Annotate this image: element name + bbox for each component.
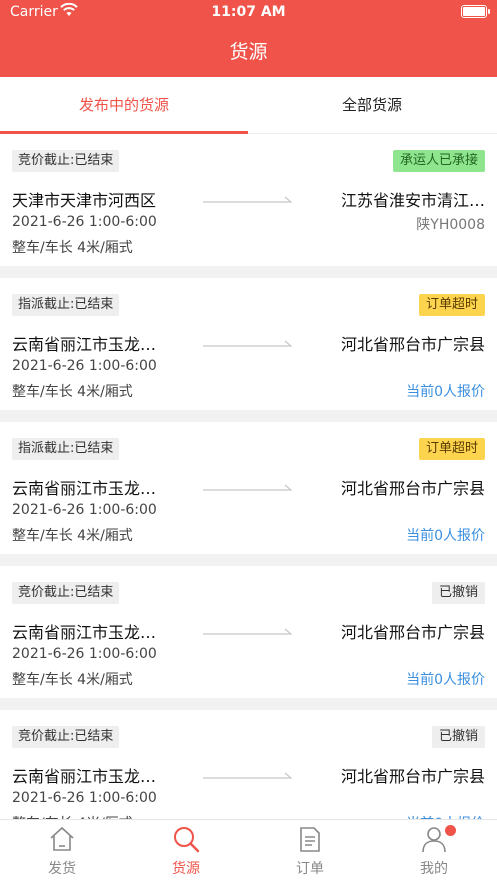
tabbar-label: 发货	[48, 861, 76, 877]
vehicle-spec: 整车/车长 4米/厢式	[12, 384, 133, 400]
segment-tabs: 发布中的货源 全部货源	[0, 77, 497, 134]
route-arrow-icon	[203, 772, 293, 779]
route-arrow-icon	[203, 628, 293, 635]
tabbar-label: 我的	[420, 861, 448, 877]
status-badge: 已撤销	[431, 726, 485, 748]
destination-text: 河北省邢台市广宗县	[340, 623, 485, 642]
destination-text: 河北省邢台市广宗县	[340, 767, 485, 786]
load-date: 2021-6-26 1:00-6:00	[12, 646, 157, 662]
load-date: 2021-6-26 1:00-6:00	[12, 214, 157, 230]
cargo-list: 竞价截止:已结束 承运人已承接天津市天津市河西区 江苏省淮安市清江… 2021-6-2…	[0, 134, 497, 819]
route-arrow-icon	[203, 484, 293, 491]
quote-count-link[interactable]: 当前0人报价	[406, 669, 485, 689]
route-arrow-icon	[203, 196, 293, 203]
deadline-tag: 指派截止:已结束	[12, 438, 120, 460]
home-icon	[50, 826, 74, 851]
status-bar: Carrier 11:07 AM	[0, 0, 497, 26]
notification-badge	[445, 825, 456, 836]
cargo-card[interactable]: 竞价截止:已结束 已撤销云南省丽江市玉龙… 河北省邢台市广宗县 2021-6-26 1…	[0, 710, 497, 819]
header: Carrier 11:07 AM 货源	[0, 0, 497, 77]
tabbar-item-mine[interactable]: 我的	[372, 820, 496, 883]
origin-text: 云南省丽江市玉龙…	[12, 479, 157, 498]
tabbar-item-cargo[interactable]: 货源	[124, 820, 248, 883]
person-icon	[422, 827, 446, 853]
tab-all[interactable]: 全部货源	[248, 77, 496, 134]
status-badge: 承运人已承接	[392, 150, 485, 172]
status-badge: 已撤销	[431, 582, 485, 604]
route-arrow-icon	[203, 340, 293, 347]
destination-text: 河北省邢台市广宗县	[340, 479, 485, 498]
destination-text: 江苏省淮安市清江…	[340, 191, 485, 210]
cargo-card[interactable]: 指派截止:已结束 订单超时云南省丽江市玉龙… 河北省邢台市广宗县 2021-6-26 …	[0, 278, 497, 410]
deadline-tag: 竞价截止:已结束	[12, 726, 120, 748]
vehicle-spec: 整车/车长 4米/厢式	[12, 672, 133, 688]
deadline-tag: 竞价截止:已结束	[12, 150, 120, 172]
tabbar-item-orders[interactable]: 订单	[248, 820, 372, 883]
battery-icon	[461, 5, 490, 18]
load-date: 2021-6-26 1:00-6:00	[12, 790, 157, 806]
origin-text: 云南省丽江市玉龙…	[12, 335, 157, 354]
page-title: 货源	[229, 41, 268, 63]
tabbar-label: 订单	[296, 861, 324, 877]
quote-count-link[interactable]: 当前0人报价	[406, 381, 485, 401]
deadline-tag: 竞价截止:已结束	[12, 582, 120, 604]
cargo-card[interactable]: 竞价截止:已结束 已撤销云南省丽江市玉龙… 河北省邢台市广宗县 2021-6-26 1…	[0, 566, 497, 698]
tab-publishing[interactable]: 发布中的货源	[0, 77, 248, 134]
search-icon	[174, 827, 200, 853]
vehicle-spec: 整车/车长 4米/厢式	[12, 528, 133, 544]
deadline-tag: 指派截止:已结束	[12, 294, 120, 316]
bottom-tabbar: 发货 货源 订单 我的	[0, 819, 497, 883]
status-time: 11:07 AM	[211, 4, 286, 20]
tabbar-label: 货源	[172, 861, 200, 877]
tabbar-item-ship[interactable]: 发货	[0, 820, 124, 883]
origin-text: 天津市天津市河西区	[12, 191, 157, 210]
load-date: 2021-6-26 1:00-6:00	[12, 502, 157, 518]
status-badge: 订单超时	[418, 438, 485, 460]
destination-text: 河北省邢台市广宗县	[340, 335, 485, 354]
status-badge: 订单超时	[418, 294, 485, 316]
origin-text: 云南省丽江市玉龙…	[12, 623, 157, 642]
cargo-card[interactable]: 竞价截止:已结束 承运人已承接天津市天津市河西区 江苏省淮安市清江… 2021-6-2…	[0, 134, 497, 266]
quote-count-link[interactable]: 当前0人报价	[406, 525, 485, 545]
cargo-card[interactable]: 指派截止:已结束 订单超时云南省丽江市玉龙… 河北省邢台市广宗县 2021-6-26 …	[0, 422, 497, 554]
vehicle-spec: 整车/车长 4米/厢式	[12, 240, 133, 256]
document-icon	[300, 827, 320, 852]
license-plate: 陕YH0008	[416, 217, 485, 233]
load-date: 2021-6-26 1:00-6:00	[12, 358, 157, 374]
origin-text: 云南省丽江市玉龙…	[12, 767, 157, 786]
